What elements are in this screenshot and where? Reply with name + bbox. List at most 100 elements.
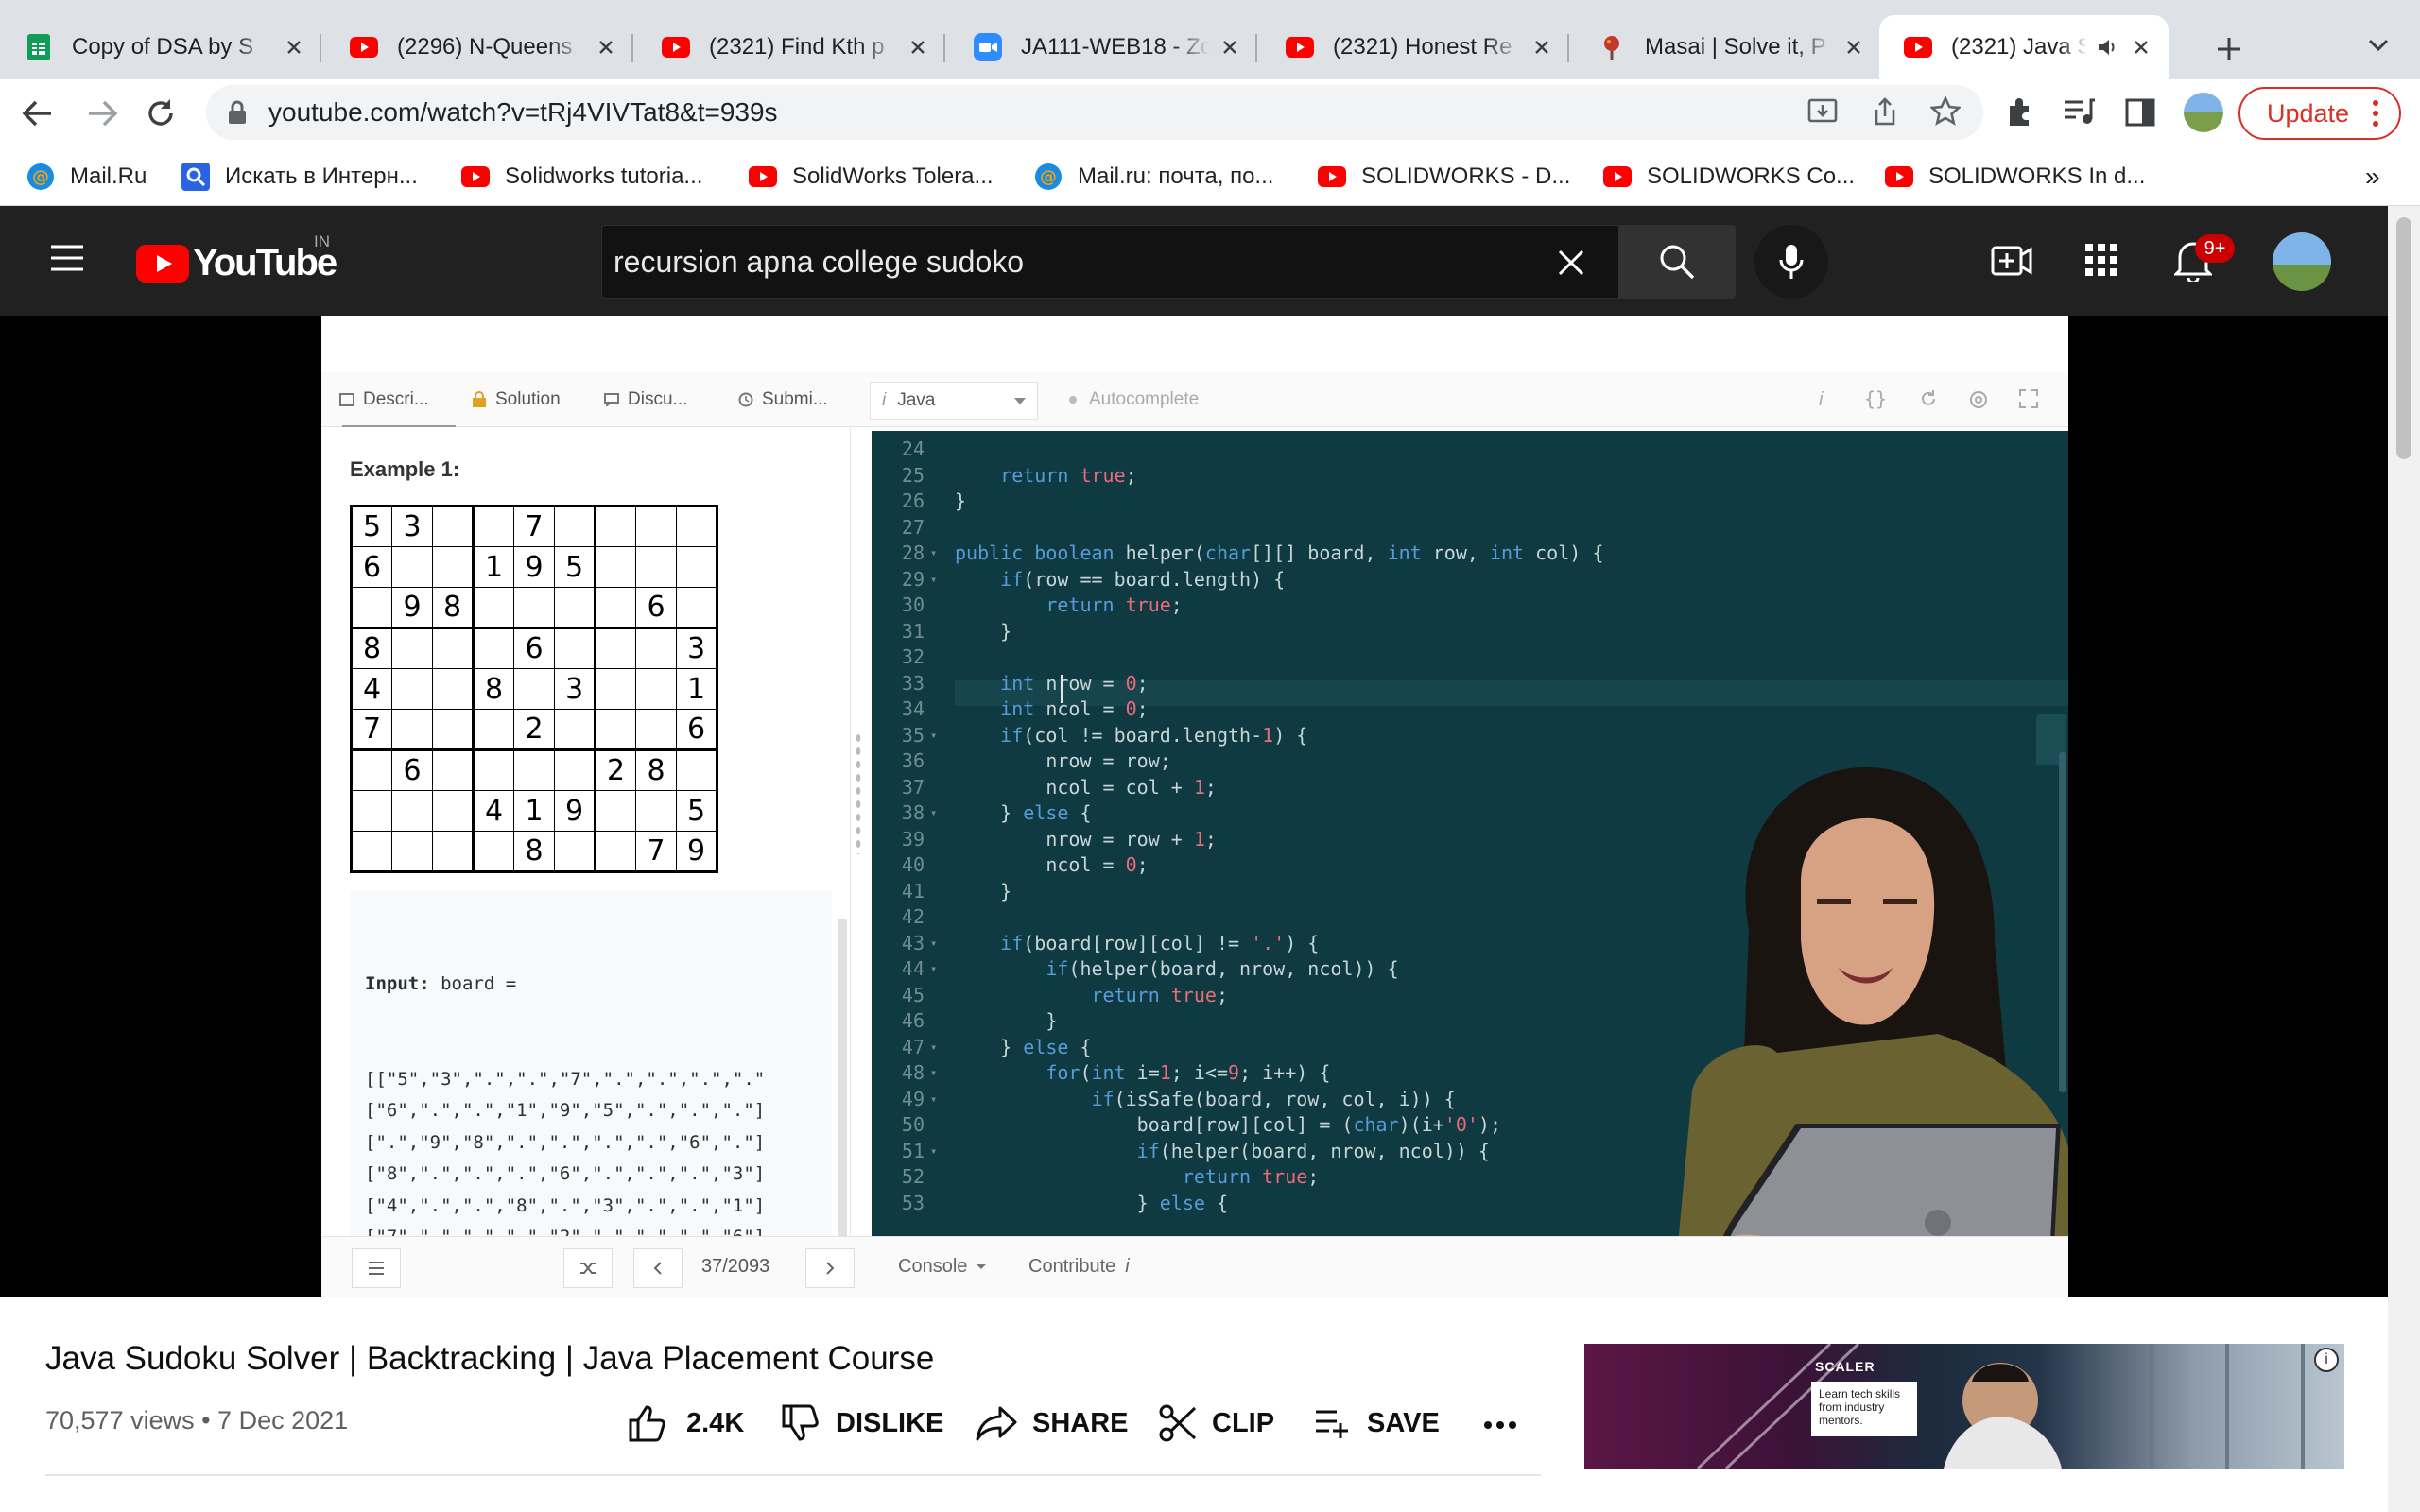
dislike-button[interactable]: DISLIKE [781, 1404, 943, 1442]
save-button[interactable]: SAVE [1314, 1404, 1440, 1442]
create-video-icon[interactable] [1991, 242, 2032, 280]
fold-arrow-icon[interactable]: ▾ [930, 800, 937, 826]
browser-tab[interactable]: Copy of DSA by S [0, 15, 321, 79]
browser-tab[interactable]: (2321) Honest Re [1261, 15, 1569, 79]
fold-arrow-icon[interactable]: ▾ [930, 723, 937, 748]
reset-icon[interactable] [1919, 389, 1938, 408]
fold-arrow-icon[interactable]: ▾ [930, 1087, 937, 1112]
bookmark-item[interactable]: SOLIDWORKS Co... [1603, 161, 1855, 193]
hamburger-menu-icon[interactable] [49, 244, 85, 272]
close-tab-icon[interactable] [592, 33, 620, 61]
code-line: 30 return true; [872, 593, 2068, 618]
ad-info-icon[interactable]: i [2314, 1348, 2339, 1372]
tab-discuss[interactable]: Discu... [603, 372, 687, 427]
forward-icon[interactable] [85, 96, 119, 130]
close-tab-icon[interactable] [280, 33, 308, 61]
bookmark-item[interactable]: SOLIDWORKS - D... [1318, 161, 1570, 193]
close-tab-icon[interactable] [904, 33, 932, 61]
language-select[interactable]: i Java [870, 382, 1038, 420]
description-scrollbar[interactable] [838, 919, 847, 1236]
browser-tab[interactable]: Masai | Solve it, P [1573, 15, 1881, 79]
clip-button[interactable]: CLIP [1159, 1404, 1274, 1442]
code-text: } else { [955, 801, 1092, 824]
side-panel-icon[interactable] [2125, 98, 2155, 127]
media-controls-icon[interactable] [2063, 98, 2095, 127]
info-icon[interactable]: i [1819, 389, 1823, 411]
like-button[interactable]: 2.4K [628, 1404, 744, 1442]
site-info-lock-icon[interactable] [227, 99, 248, 126]
url-text[interactable]: youtube.com/watch?v=tRj4VIVTat8&t=939s [268, 97, 778, 128]
fold-arrow-icon[interactable]: ▾ [930, 1060, 937, 1086]
settings-gear-icon[interactable] [1968, 389, 1989, 410]
bookmark-item[interactable]: @ Mail.ru: почта, по... [1034, 161, 1273, 193]
close-tab-icon[interactable] [1840, 33, 1868, 61]
fullscreen-icon[interactable] [2019, 389, 2038, 408]
bookmark-item[interactable]: SolidWorks Tolera... [749, 161, 994, 193]
bookmark-item[interactable]: Искать в Интерн... [182, 161, 418, 193]
tab-search-chevron-icon[interactable] [2360, 26, 2397, 64]
page-scrollbar[interactable] [2388, 206, 2420, 1512]
bookmark-item[interactable]: Solidworks tutoria... [461, 161, 702, 193]
account-avatar[interactable] [2273, 232, 2331, 291]
browser-tab[interactable]: (2296) N-Queens [325, 15, 633, 79]
input-line: [".","9","8",".",".",".",".","6","."] [365, 1131, 766, 1153]
tab-solution[interactable]: Solution [471, 372, 561, 427]
bookmarks-overflow-button[interactable]: » [2365, 161, 2380, 193]
fold-arrow-icon[interactable]: ▾ [930, 956, 937, 982]
code-text: } else { [955, 1191, 1229, 1214]
sudoku-cell: 7 [635, 831, 677, 872]
console-toggle[interactable]: Console [898, 1256, 987, 1278]
next-problem-button[interactable] [805, 1248, 855, 1288]
search-button[interactable] [1618, 225, 1736, 299]
reload-icon[interactable] [144, 96, 178, 130]
autocomplete-toggle[interactable]: Autocomplete [1064, 372, 1199, 427]
voice-search-button[interactable] [1754, 225, 1828, 299]
random-problem-button[interactable] [563, 1248, 613, 1288]
more-actions-icon[interactable] [1484, 1421, 1516, 1429]
extensions-puzzle-icon[interactable] [2004, 96, 2036, 129]
search-input[interactable]: recursion apna college sudoko [601, 225, 1618, 299]
info-icon: i [1125, 1256, 1130, 1277]
sudoku-cell [473, 749, 514, 791]
clear-search-icon[interactable] [1557, 249, 1585, 277]
braces-format-icon[interactable]: {} [1864, 387, 1887, 410]
tab-description[interactable]: Descri... [338, 372, 429, 427]
sudoku-cell [635, 668, 677, 710]
pane-resize-handle[interactable] [855, 731, 862, 854]
tab-submissions[interactable]: Submi... [737, 372, 828, 427]
browser-tab[interactable]: JA111-WEB18 - Zo [949, 15, 1257, 79]
sudoku-cell [473, 627, 514, 669]
sudoku-cell [391, 790, 433, 832]
profile-avatar[interactable] [2184, 93, 2223, 132]
back-icon[interactable] [21, 96, 55, 130]
sudoku-cell [595, 627, 636, 669]
contribute-link[interactable]: Contribute i [1028, 1256, 1130, 1278]
close-tab-icon[interactable] [1528, 33, 1556, 61]
fold-arrow-icon[interactable]: ▾ [930, 931, 937, 956]
share-icon[interactable] [1872, 96, 1898, 127]
problem-list-button[interactable] [352, 1248, 401, 1288]
bookmark-item[interactable]: @ Mail.Ru [26, 161, 147, 193]
close-tab-icon[interactable] [1216, 33, 1244, 61]
speaker-icon[interactable] [2093, 33, 2121, 61]
page-scrollbar-thumb[interactable] [2396, 217, 2411, 459]
youtube-logo[interactable]: YouTube IN [136, 232, 337, 284]
apps-grid-icon[interactable] [2085, 244, 2118, 276]
close-tab-icon[interactable] [2127, 33, 2155, 61]
update-button[interactable]: Update [2238, 87, 2401, 140]
install-app-icon[interactable] [1807, 98, 1838, 127]
sponsored-ad-banner[interactable]: SCALER Learn tech skills from industry m… [1584, 1344, 2344, 1469]
browser-tab[interactable]: (2321) Find Kth p [637, 15, 945, 79]
fold-arrow-icon[interactable]: ▾ [930, 541, 937, 566]
fold-arrow-icon[interactable]: ▾ [930, 567, 937, 593]
bookmark-star-icon[interactable] [1930, 96, 1961, 127]
bookmark-item[interactable]: SOLIDWORKS In d... [1885, 161, 2145, 193]
browser-tab-active[interactable]: (2321) Java S [1879, 15, 2169, 79]
fold-arrow-icon[interactable]: ▾ [930, 1035, 937, 1060]
share-button[interactable]: SHARE [976, 1404, 1129, 1442]
address-bar[interactable]: youtube.com/watch?v=tRj4VIVTat8&t=939s [206, 85, 1983, 140]
new-tab-icon[interactable] [2206, 26, 2252, 72]
previous-problem-button[interactable] [633, 1248, 683, 1288]
fold-arrow-icon[interactable]: ▾ [930, 1139, 937, 1164]
sudoku-cell: 9 [513, 546, 555, 588]
